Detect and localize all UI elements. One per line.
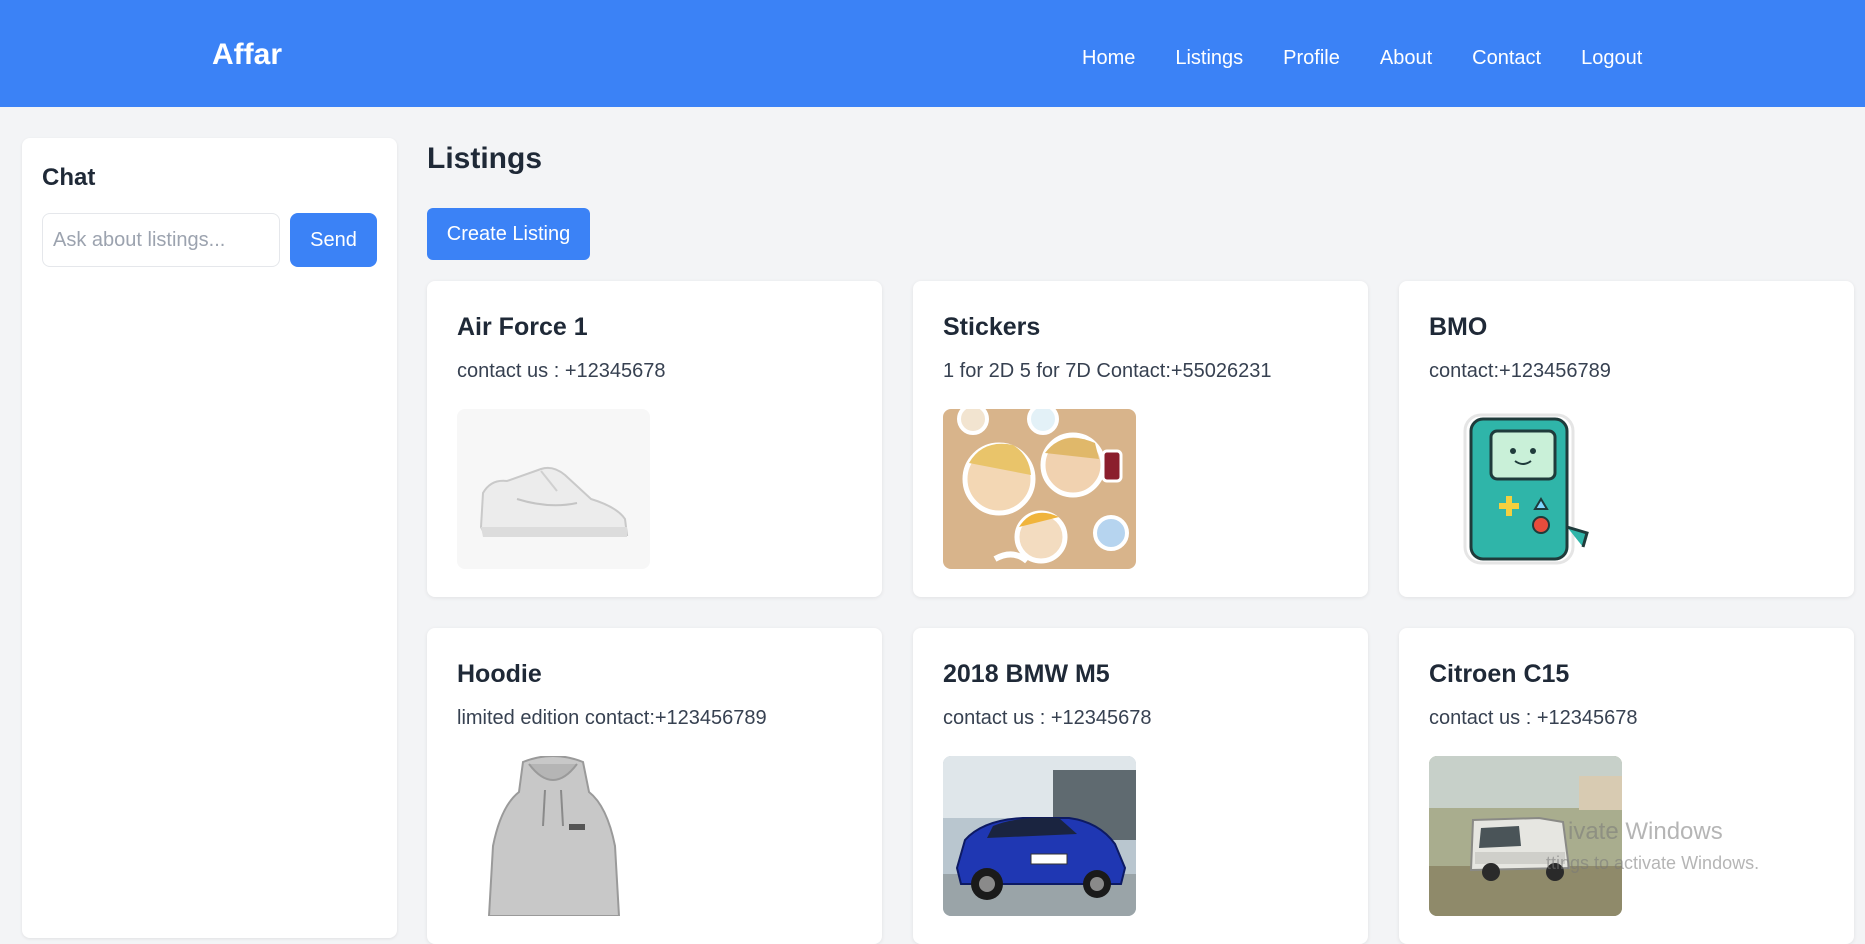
listing-title: Stickers xyxy=(943,313,1041,341)
listing-description: limited edition contact:+123456789 xyxy=(457,707,767,729)
listing-description: contact us : +12345678 xyxy=(943,707,1152,729)
chat-title: Chat xyxy=(42,164,96,191)
nav-links: Home Listings Profile About Contact Logo… xyxy=(1082,48,1642,68)
listing-card[interactable]: 2018 BMW M5 contact us : +12345678 xyxy=(913,628,1368,944)
create-listing-button[interactable]: Create Listing xyxy=(427,208,590,260)
listing-description: contact us : +12345678 xyxy=(1429,707,1638,729)
white-sneaker-photo xyxy=(457,409,650,569)
bmo-sticker-photo xyxy=(1429,409,1622,569)
listing-title: BMO xyxy=(1429,313,1488,341)
nav-logout[interactable]: Logout xyxy=(1581,48,1642,68)
listing-title: Air Force 1 xyxy=(457,313,588,341)
send-button[interactable]: Send xyxy=(290,213,377,267)
blue-bmw-photo xyxy=(943,756,1136,916)
listing-card[interactable]: BMO contact:+123456789 xyxy=(1399,281,1854,597)
listing-description: contact us : +12345678 xyxy=(457,360,666,382)
chat-input[interactable] xyxy=(42,213,280,267)
listing-title: Hoodie xyxy=(457,660,542,688)
listing-card[interactable]: Stickers 1 for 2D 5 for 7D Contact:+5502… xyxy=(913,281,1368,597)
listing-title: 2018 BMW M5 xyxy=(943,660,1110,688)
activation-watermark-subtitle: ttings to activate Windows. xyxy=(1546,853,1760,873)
listing-card[interactable]: Hoodie limited edition contact:+12345678… xyxy=(427,628,882,944)
navbar: Affar Home Listings Profile About Contac… xyxy=(0,0,1865,107)
nav-home[interactable]: Home xyxy=(1082,48,1135,68)
chat-sidebar: Chat Send xyxy=(22,138,397,938)
listing-description: 1 for 2D 5 for 7D Contact:+55026231 xyxy=(943,360,1272,382)
nav-profile[interactable]: Profile xyxy=(1283,48,1340,68)
nav-listings[interactable]: Listings xyxy=(1175,48,1243,68)
listing-description: contact:+123456789 xyxy=(1429,360,1611,382)
listing-title: Citroen C15 xyxy=(1429,660,1570,688)
anime-stickers-photo xyxy=(943,409,1136,569)
listing-card[interactable]: Air Force 1 contact us : +12345678 xyxy=(427,281,882,597)
nav-about[interactable]: About xyxy=(1380,48,1432,68)
nav-contact[interactable]: Contact xyxy=(1472,48,1541,68)
page-title: Listings xyxy=(427,142,543,175)
activation-watermark-title: ivate Windows xyxy=(1568,818,1723,845)
listing-card[interactable]: Citroen C15 contact us : +12345678 xyxy=(1399,628,1854,944)
brand-logo[interactable]: Affar xyxy=(212,40,282,70)
grey-hoodie-photo xyxy=(457,756,650,916)
